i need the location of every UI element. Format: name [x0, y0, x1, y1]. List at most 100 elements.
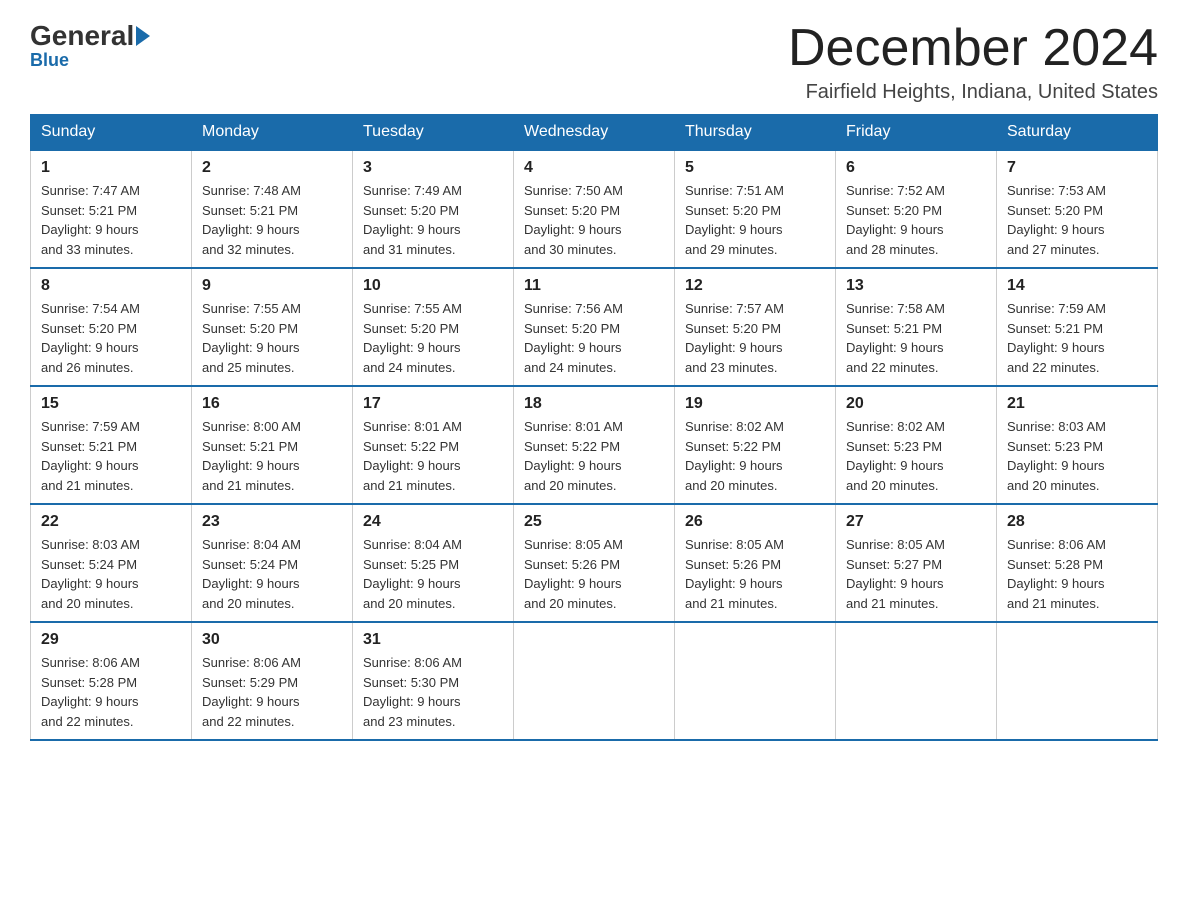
day-number: 22	[41, 513, 181, 531]
calendar-cell: 8 Sunrise: 7:54 AM Sunset: 5:20 PM Dayli…	[31, 268, 192, 386]
calendar-cell	[836, 622, 997, 740]
day-info: Sunrise: 7:49 AM Sunset: 5:20 PM Dayligh…	[363, 181, 503, 259]
logo-text: General	[30, 20, 152, 52]
calendar-cell: 28 Sunrise: 8:06 AM Sunset: 5:28 PM Dayl…	[997, 504, 1158, 622]
day-info: Sunrise: 8:04 AM Sunset: 5:24 PM Dayligh…	[202, 535, 342, 613]
day-info: Sunrise: 7:57 AM Sunset: 5:20 PM Dayligh…	[685, 299, 825, 377]
header-tuesday: Tuesday	[353, 115, 514, 151]
day-number: 9	[202, 277, 342, 295]
day-number: 3	[363, 159, 503, 177]
day-info: Sunrise: 8:01 AM Sunset: 5:22 PM Dayligh…	[363, 417, 503, 495]
day-info: Sunrise: 7:59 AM Sunset: 5:21 PM Dayligh…	[1007, 299, 1147, 377]
day-number: 24	[363, 513, 503, 531]
logo: General Blue	[30, 20, 152, 71]
logo-arrow-icon	[136, 26, 150, 46]
calendar-cell: 30 Sunrise: 8:06 AM Sunset: 5:29 PM Dayl…	[192, 622, 353, 740]
day-info: Sunrise: 7:47 AM Sunset: 5:21 PM Dayligh…	[41, 181, 181, 259]
calendar-cell: 22 Sunrise: 8:03 AM Sunset: 5:24 PM Dayl…	[31, 504, 192, 622]
calendar-cell: 23 Sunrise: 8:04 AM Sunset: 5:24 PM Dayl…	[192, 504, 353, 622]
day-number: 30	[202, 631, 342, 649]
calendar-cell: 17 Sunrise: 8:01 AM Sunset: 5:22 PM Dayl…	[353, 386, 514, 504]
week-row-3: 15 Sunrise: 7:59 AM Sunset: 5:21 PM Dayl…	[31, 386, 1158, 504]
day-number: 7	[1007, 159, 1147, 177]
day-number: 6	[846, 159, 986, 177]
day-number: 11	[524, 277, 664, 295]
weekday-header-row: Sunday Monday Tuesday Wednesday Thursday…	[31, 115, 1158, 151]
day-number: 16	[202, 395, 342, 413]
day-number: 14	[1007, 277, 1147, 295]
title-section: December 2024 Fairfield Heights, Indiana…	[788, 20, 1158, 104]
calendar-cell: 15 Sunrise: 7:59 AM Sunset: 5:21 PM Dayl…	[31, 386, 192, 504]
day-info: Sunrise: 8:04 AM Sunset: 5:25 PM Dayligh…	[363, 535, 503, 613]
day-info: Sunrise: 8:05 AM Sunset: 5:26 PM Dayligh…	[685, 535, 825, 613]
day-number: 26	[685, 513, 825, 531]
day-info: Sunrise: 7:53 AM Sunset: 5:20 PM Dayligh…	[1007, 181, 1147, 259]
day-number: 21	[1007, 395, 1147, 413]
day-number: 13	[846, 277, 986, 295]
month-title: December 2024	[788, 20, 1158, 77]
calendar-cell	[514, 622, 675, 740]
calendar-cell: 13 Sunrise: 7:58 AM Sunset: 5:21 PM Dayl…	[836, 268, 997, 386]
header-monday: Monday	[192, 115, 353, 151]
day-number: 29	[41, 631, 181, 649]
day-number: 2	[202, 159, 342, 177]
day-info: Sunrise: 8:03 AM Sunset: 5:23 PM Dayligh…	[1007, 417, 1147, 495]
calendar-cell: 10 Sunrise: 7:55 AM Sunset: 5:20 PM Dayl…	[353, 268, 514, 386]
calendar-cell: 3 Sunrise: 7:49 AM Sunset: 5:20 PM Dayli…	[353, 150, 514, 268]
day-info: Sunrise: 8:06 AM Sunset: 5:28 PM Dayligh…	[41, 653, 181, 731]
day-info: Sunrise: 8:05 AM Sunset: 5:27 PM Dayligh…	[846, 535, 986, 613]
day-info: Sunrise: 7:55 AM Sunset: 5:20 PM Dayligh…	[363, 299, 503, 377]
day-number: 18	[524, 395, 664, 413]
week-row-2: 8 Sunrise: 7:54 AM Sunset: 5:20 PM Dayli…	[31, 268, 1158, 386]
day-info: Sunrise: 8:03 AM Sunset: 5:24 PM Dayligh…	[41, 535, 181, 613]
location-title: Fairfield Heights, Indiana, United State…	[788, 81, 1158, 104]
header-thursday: Thursday	[675, 115, 836, 151]
logo-blue: Blue	[30, 50, 69, 71]
day-number: 19	[685, 395, 825, 413]
calendar-cell: 24 Sunrise: 8:04 AM Sunset: 5:25 PM Dayl…	[353, 504, 514, 622]
calendar-cell: 14 Sunrise: 7:59 AM Sunset: 5:21 PM Dayl…	[997, 268, 1158, 386]
calendar-cell: 29 Sunrise: 8:06 AM Sunset: 5:28 PM Dayl…	[31, 622, 192, 740]
day-number: 28	[1007, 513, 1147, 531]
day-info: Sunrise: 8:06 AM Sunset: 5:29 PM Dayligh…	[202, 653, 342, 731]
day-number: 12	[685, 277, 825, 295]
calendar-cell: 5 Sunrise: 7:51 AM Sunset: 5:20 PM Dayli…	[675, 150, 836, 268]
day-number: 17	[363, 395, 503, 413]
day-number: 27	[846, 513, 986, 531]
header-saturday: Saturday	[997, 115, 1158, 151]
header-friday: Friday	[836, 115, 997, 151]
day-number: 10	[363, 277, 503, 295]
calendar-cell: 6 Sunrise: 7:52 AM Sunset: 5:20 PM Dayli…	[836, 150, 997, 268]
calendar-cell	[675, 622, 836, 740]
header-sunday: Sunday	[31, 115, 192, 151]
day-number: 25	[524, 513, 664, 531]
calendar-cell: 4 Sunrise: 7:50 AM Sunset: 5:20 PM Dayli…	[514, 150, 675, 268]
calendar-cell: 11 Sunrise: 7:56 AM Sunset: 5:20 PM Dayl…	[514, 268, 675, 386]
day-number: 4	[524, 159, 664, 177]
logo-general: General	[30, 20, 134, 52]
day-info: Sunrise: 7:52 AM Sunset: 5:20 PM Dayligh…	[846, 181, 986, 259]
week-row-5: 29 Sunrise: 8:06 AM Sunset: 5:28 PM Dayl…	[31, 622, 1158, 740]
calendar-cell: 27 Sunrise: 8:05 AM Sunset: 5:27 PM Dayl…	[836, 504, 997, 622]
day-info: Sunrise: 7:51 AM Sunset: 5:20 PM Dayligh…	[685, 181, 825, 259]
day-info: Sunrise: 7:58 AM Sunset: 5:21 PM Dayligh…	[846, 299, 986, 377]
day-info: Sunrise: 7:59 AM Sunset: 5:21 PM Dayligh…	[41, 417, 181, 495]
week-row-4: 22 Sunrise: 8:03 AM Sunset: 5:24 PM Dayl…	[31, 504, 1158, 622]
calendar-cell: 19 Sunrise: 8:02 AM Sunset: 5:22 PM Dayl…	[675, 386, 836, 504]
day-number: 8	[41, 277, 181, 295]
header-wednesday: Wednesday	[514, 115, 675, 151]
day-info: Sunrise: 7:54 AM Sunset: 5:20 PM Dayligh…	[41, 299, 181, 377]
day-info: Sunrise: 8:00 AM Sunset: 5:21 PM Dayligh…	[202, 417, 342, 495]
day-info: Sunrise: 8:02 AM Sunset: 5:23 PM Dayligh…	[846, 417, 986, 495]
calendar-cell: 20 Sunrise: 8:02 AM Sunset: 5:23 PM Dayl…	[836, 386, 997, 504]
calendar-cell: 16 Sunrise: 8:00 AM Sunset: 5:21 PM Dayl…	[192, 386, 353, 504]
calendar-cell: 7 Sunrise: 7:53 AM Sunset: 5:20 PM Dayli…	[997, 150, 1158, 268]
calendar-cell: 2 Sunrise: 7:48 AM Sunset: 5:21 PM Dayli…	[192, 150, 353, 268]
day-info: Sunrise: 7:56 AM Sunset: 5:20 PM Dayligh…	[524, 299, 664, 377]
day-number: 31	[363, 631, 503, 649]
calendar-cell: 12 Sunrise: 7:57 AM Sunset: 5:20 PM Dayl…	[675, 268, 836, 386]
calendar-cell	[997, 622, 1158, 740]
day-number: 20	[846, 395, 986, 413]
day-info: Sunrise: 7:48 AM Sunset: 5:21 PM Dayligh…	[202, 181, 342, 259]
calendar-cell: 26 Sunrise: 8:05 AM Sunset: 5:26 PM Dayl…	[675, 504, 836, 622]
